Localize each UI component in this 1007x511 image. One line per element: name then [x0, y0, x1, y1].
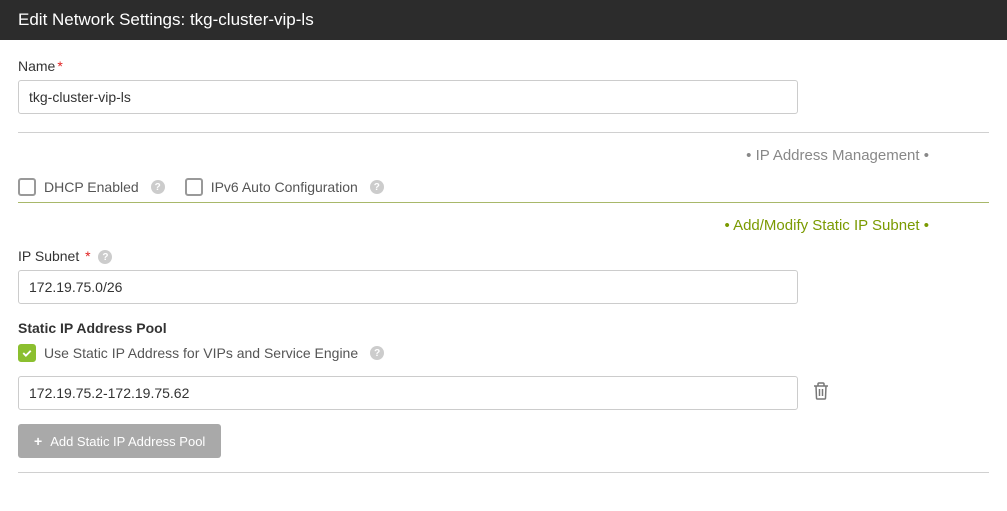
help-icon[interactable]: ? — [151, 180, 165, 194]
name-label-text: Name — [18, 58, 55, 74]
use-static-checkbox-group: Use Static IP Address for VIPs and Servi… — [18, 344, 989, 362]
dhcp-label: DHCP Enabled — [44, 179, 139, 195]
help-icon[interactable]: ? — [98, 250, 112, 264]
name-field-block: Name* — [18, 58, 989, 114]
ip-subnet-label: IP Subnet * ? — [18, 248, 989, 264]
add-static-pool-label: Add Static IP Address Pool — [50, 434, 205, 449]
dialog-header: Edit Network Settings: tkg-cluster-vip-l… — [0, 0, 1007, 40]
name-label: Name* — [18, 58, 989, 74]
help-icon[interactable]: ? — [370, 180, 384, 194]
ip-subnet-label-text: IP Subnet — [18, 248, 79, 264]
name-input[interactable] — [18, 80, 798, 114]
ipv6-checkbox-group: IPv6 Auto Configuration ? — [185, 178, 384, 196]
trash-icon[interactable] — [812, 381, 830, 406]
dialog-content: Name* IP Address Management DHCP Enabled… — [0, 40, 1007, 491]
divider — [18, 132, 989, 133]
required-asterisk: * — [57, 58, 62, 74]
plus-icon: + — [34, 433, 42, 449]
required-asterisk: * — [85, 248, 90, 264]
ipv6-checkbox[interactable] — [185, 178, 203, 196]
ip-mgmt-section-heading: IP Address Management — [18, 147, 989, 164]
ip-mgmt-options-row: DHCP Enabled ? IPv6 Auto Configuration ? — [18, 178, 989, 196]
dhcp-checkbox[interactable] — [18, 178, 36, 196]
help-icon[interactable]: ? — [370, 346, 384, 360]
add-static-pool-button[interactable]: + Add Static IP Address Pool — [18, 424, 221, 458]
dialog-title: Edit Network Settings: tkg-cluster-vip-l… — [18, 10, 314, 29]
use-static-checkbox[interactable] — [18, 344, 36, 362]
ip-subnet-field-block: IP Subnet * ? — [18, 248, 989, 304]
pool-range-row — [18, 376, 989, 410]
use-static-label: Use Static IP Address for VIPs and Servi… — [44, 345, 358, 361]
ip-subnet-input[interactable] — [18, 270, 798, 304]
ipv6-label: IPv6 Auto Configuration — [211, 179, 358, 195]
olive-divider — [18, 202, 989, 203]
pool-range-input[interactable] — [18, 376, 798, 410]
dhcp-checkbox-group: DHCP Enabled ? — [18, 178, 165, 196]
static-subnet-section-heading: Add/Modify Static IP Subnet — [18, 217, 989, 234]
divider — [18, 472, 989, 473]
static-pool-heading: Static IP Address Pool — [18, 320, 989, 336]
